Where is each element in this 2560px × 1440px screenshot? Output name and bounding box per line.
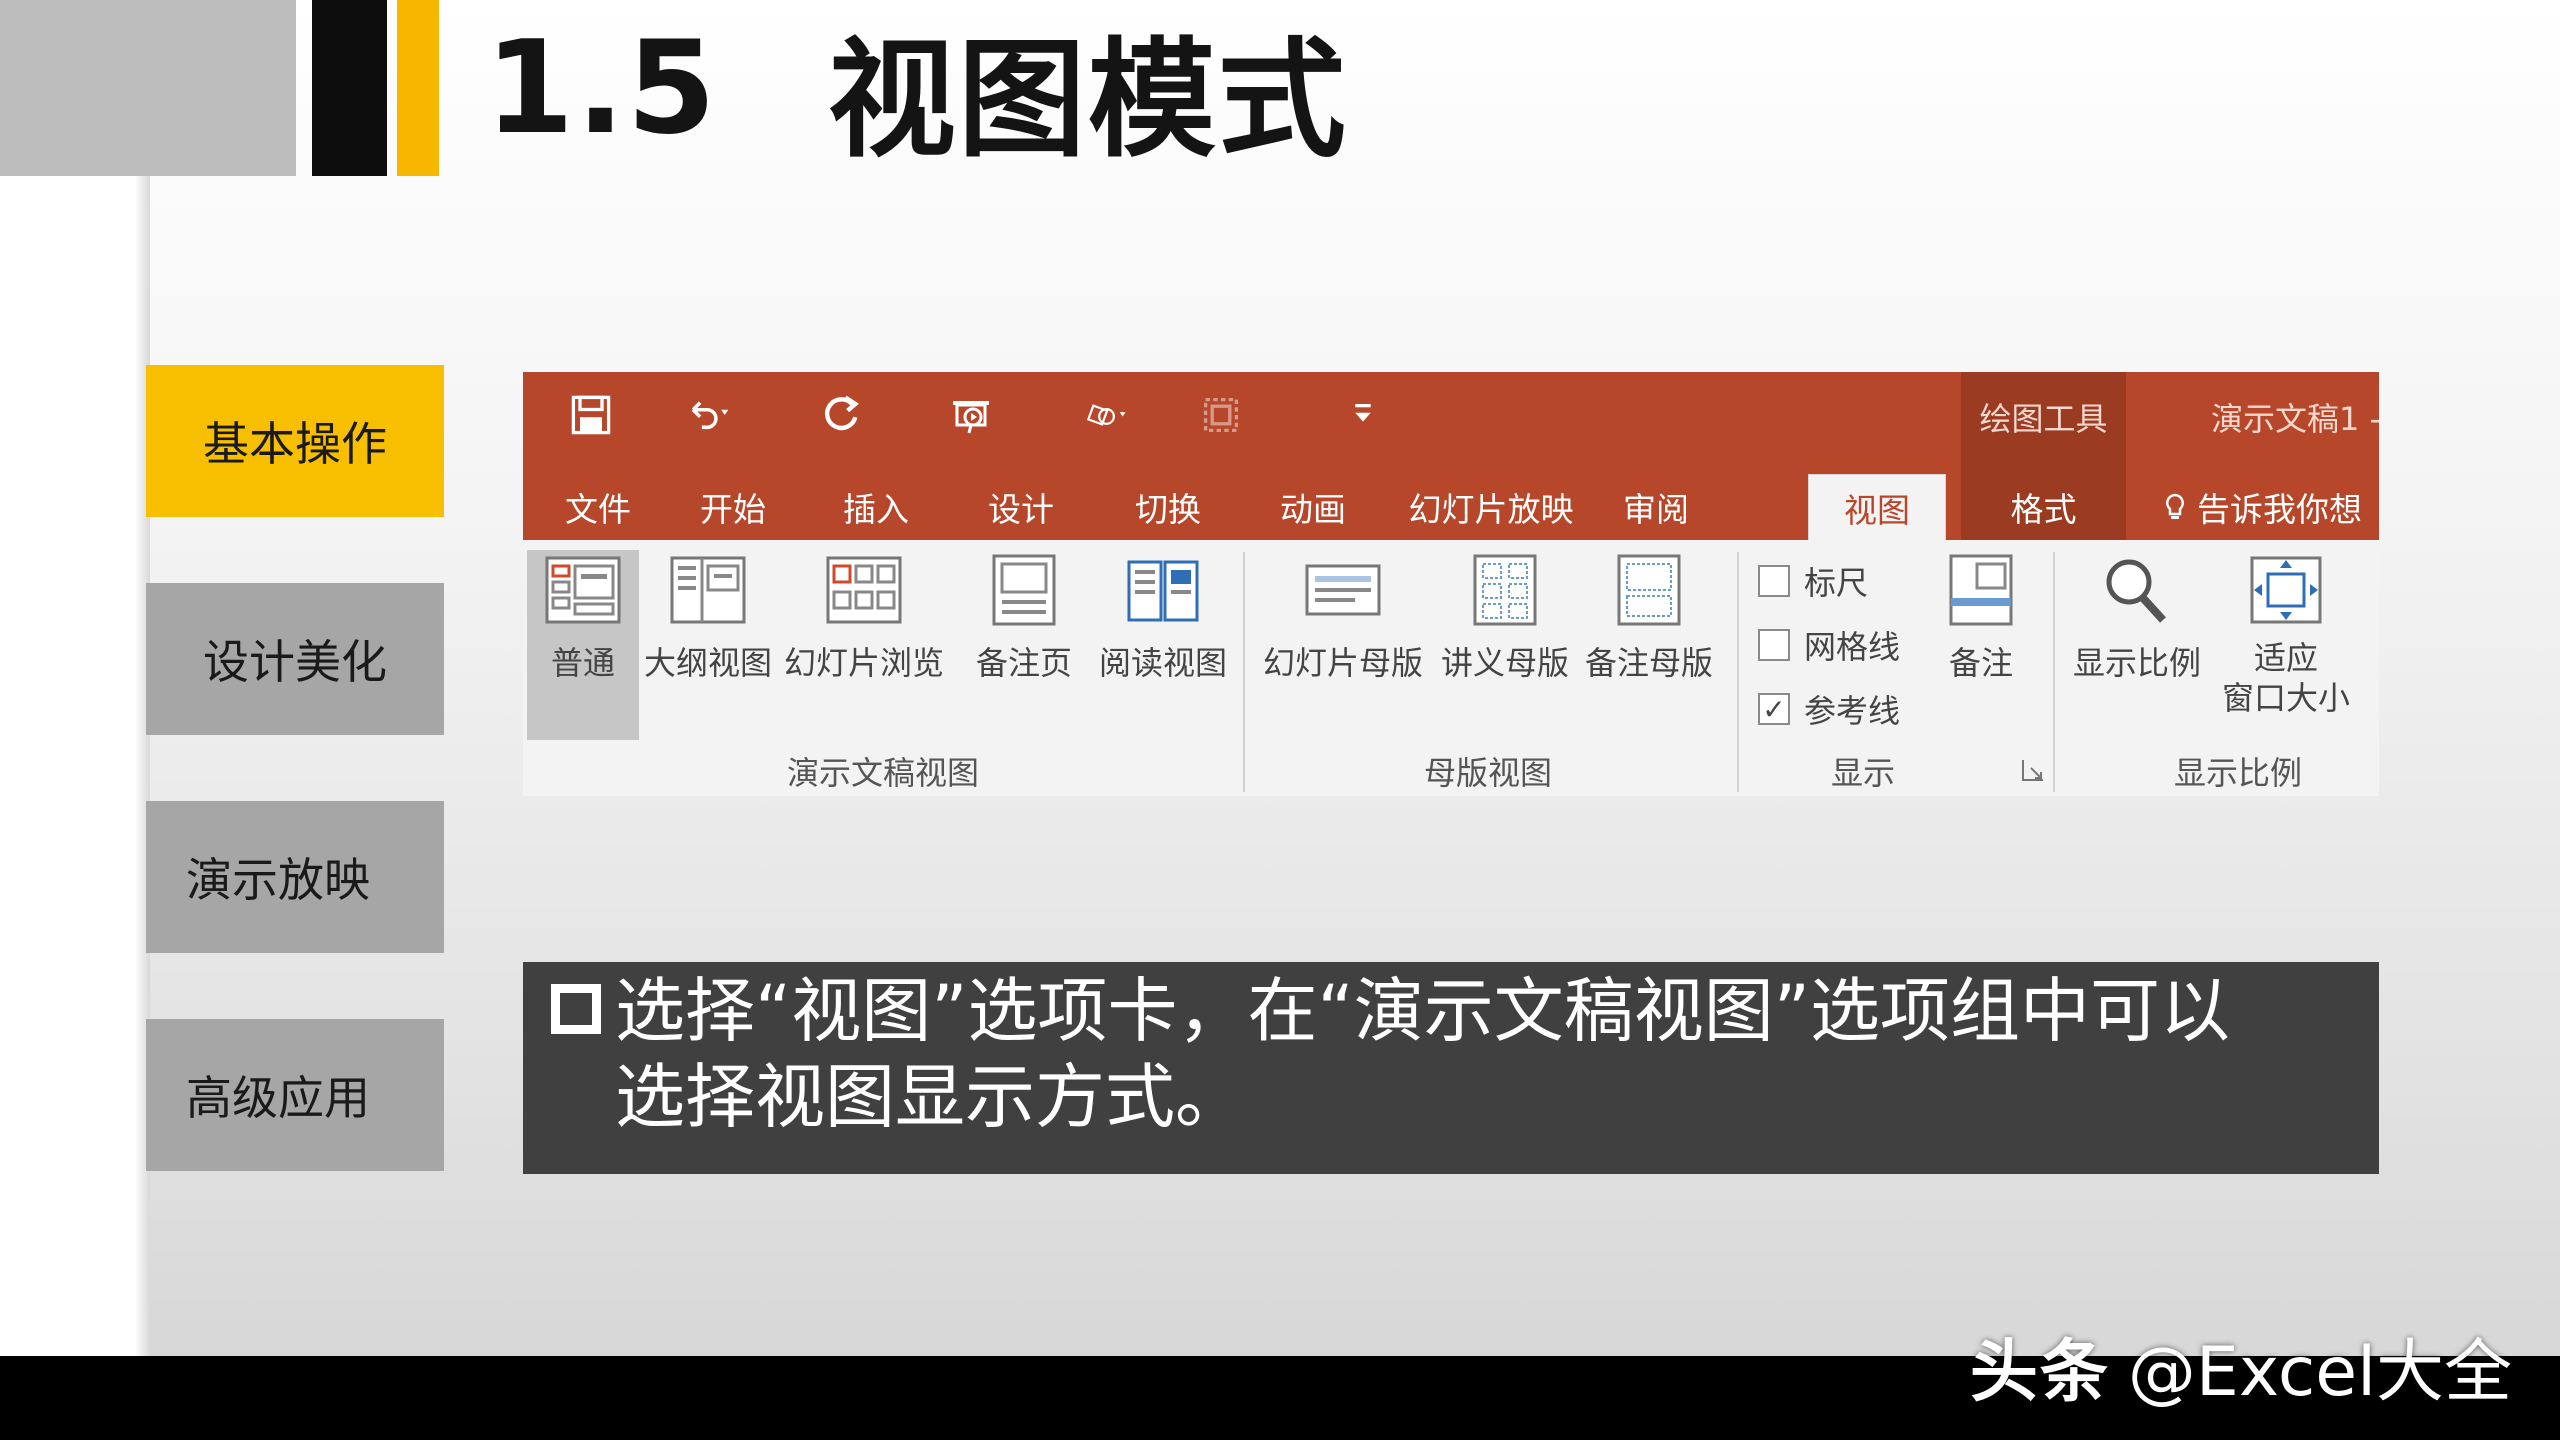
tell-me-search[interactable]: 告诉我你想 bbox=[2163, 474, 2362, 540]
tab-home[interactable]: 开始 bbox=[668, 474, 798, 540]
group-separator bbox=[2053, 552, 2055, 792]
watermark-handle: @Excel大全 bbox=[2127, 1333, 2512, 1412]
normal-view-icon bbox=[541, 550, 625, 630]
group-separator bbox=[1243, 552, 1245, 792]
group-label-master-views: 母版视图 bbox=[1423, 754, 1552, 792]
reading-view-icon bbox=[1121, 550, 1205, 630]
notes-master-button[interactable]: 备注母版 bbox=[1579, 550, 1719, 684]
tell-me-label: 告诉我你想 bbox=[2197, 490, 2362, 529]
redo-icon[interactable] bbox=[813, 390, 869, 440]
slide-sorter-icon bbox=[822, 550, 906, 630]
left-panel bbox=[0, 176, 150, 1356]
checkbox-unchecked-icon bbox=[1758, 565, 1790, 597]
gridlines-checkbox[interactable]: 网格线 bbox=[1758, 622, 1900, 668]
group-label-zoom: 显示比例 bbox=[2173, 754, 2302, 792]
zoom-button[interactable]: 显示比例 bbox=[2067, 550, 2207, 684]
instruction-line-1: 选择“视图”选项卡，在“演示文稿视图”选项组中可以 bbox=[615, 970, 2231, 1052]
slide-title: 1.5 视图模式 bbox=[485, 14, 1348, 175]
fit-to-window-label: 适应 窗口大小 bbox=[2222, 638, 2350, 718]
document-title: 演示文稿1 - bbox=[2211, 400, 2379, 438]
instruction-line-2: 选择视图显示方式。 bbox=[615, 1056, 1245, 1138]
nav-item-label: 设计美化 bbox=[203, 635, 387, 689]
nav-item-label: 演示放映 bbox=[186, 853, 370, 907]
nav-item-slideshow[interactable]: 演示放映 bbox=[146, 801, 444, 953]
instruction-text: 选择“视图”选项卡，在“演示文稿视图”选项组中可以 选择视图显示方式。 bbox=[615, 968, 2345, 1140]
ruler-checkbox[interactable]: 标尺 bbox=[1758, 558, 1868, 604]
watermark-brand: 头条 bbox=[1969, 1333, 2110, 1412]
group-label-show: 显示 bbox=[1830, 754, 1895, 792]
guides-checkbox[interactable]: ✓ 参考线 bbox=[1758, 686, 1900, 732]
handout-master-button[interactable]: 讲义母版 bbox=[1435, 550, 1575, 684]
normal-view-button[interactable]: 普通 bbox=[527, 550, 639, 740]
title-text: 视图模式 bbox=[827, 25, 1348, 175]
header-black-bar bbox=[312, 0, 387, 176]
customize-qat-icon[interactable] bbox=[1343, 390, 1383, 440]
instruction-box: 选择“视图”选项卡，在“演示文稿视图”选项组中可以 选择视图显示方式。 bbox=[523, 962, 2379, 1174]
guides-label: 参考线 bbox=[1804, 692, 1901, 730]
slide-master-label: 幻灯片母版 bbox=[1262, 644, 1423, 682]
tab-design[interactable]: 设计 bbox=[956, 474, 1086, 540]
watermark: 头条 @Excel大全 bbox=[1970, 1316, 2512, 1415]
nav-item-basic-ops[interactable]: 基本操作 bbox=[146, 365, 444, 517]
outline-view-button[interactable]: 大纲视图 bbox=[641, 550, 775, 684]
fit-to-window-button[interactable]: 适应 窗口大小 bbox=[2213, 550, 2359, 718]
outline-view-icon bbox=[666, 550, 750, 630]
nav-item-label: 基本操作 bbox=[203, 417, 387, 471]
tab-slideshow[interactable]: 幻灯片放映 bbox=[1391, 474, 1591, 540]
group-objects-icon[interactable] bbox=[1193, 390, 1249, 440]
notes-page-button[interactable]: 备注页 bbox=[967, 550, 1081, 684]
save-icon[interactable] bbox=[563, 390, 619, 440]
ruler-label: 标尺 bbox=[1804, 564, 1869, 602]
undo-icon[interactable] bbox=[673, 390, 743, 440]
normal-view-label: 普通 bbox=[550, 644, 615, 682]
dialog-launcher-icon[interactable] bbox=[2019, 756, 2047, 784]
tab-format[interactable]: 格式 bbox=[1961, 474, 2126, 540]
tab-view[interactable]: 视图 bbox=[1808, 474, 1946, 540]
handout-master-icon bbox=[1463, 550, 1547, 630]
magnifier-icon bbox=[2095, 550, 2179, 630]
reading-view-label: 阅读视图 bbox=[1098, 644, 1227, 682]
present-from-start-icon[interactable] bbox=[941, 390, 1001, 440]
header-yellow-bar bbox=[397, 0, 439, 176]
tab-animations[interactable]: 动画 bbox=[1248, 474, 1378, 540]
tab-review[interactable]: 审阅 bbox=[1591, 474, 1721, 540]
group-separator bbox=[1737, 552, 1739, 792]
fit-to-window-icon bbox=[2244, 550, 2328, 630]
shapes-icon[interactable] bbox=[1063, 390, 1153, 440]
notes-page-label: 备注页 bbox=[975, 644, 1072, 682]
zoom-label: 显示比例 bbox=[2072, 644, 2201, 682]
notes-pane-icon bbox=[1939, 550, 2023, 630]
nav-item-design[interactable]: 设计美化 bbox=[146, 583, 444, 735]
nav-item-label: 高级应用 bbox=[186, 1071, 370, 1125]
checkbox-checked-icon: ✓ bbox=[1758, 693, 1790, 726]
slide-master-icon bbox=[1301, 550, 1385, 630]
ribbon-screenshot: 绘图工具 演示文稿1 - 文件 开始 插入 设计 切换 动画 幻灯片放映 审阅 … bbox=[523, 372, 2379, 796]
slide-sorter-button[interactable]: 幻灯片浏览 bbox=[781, 550, 947, 684]
tab-insert[interactable]: 插入 bbox=[811, 474, 941, 540]
notes-label: 备注 bbox=[1948, 644, 2013, 682]
slide-sorter-label: 幻灯片浏览 bbox=[783, 644, 944, 682]
context-tab-group-title: 绘图工具 bbox=[1979, 400, 2108, 438]
notes-master-icon bbox=[1607, 550, 1691, 630]
lightbulb-icon bbox=[2166, 493, 2184, 519]
tab-file[interactable]: 文件 bbox=[523, 474, 673, 540]
group-label-presentation-views: 演示文稿视图 bbox=[786, 754, 979, 792]
slide-master-button[interactable]: 幻灯片母版 bbox=[1259, 550, 1427, 684]
tab-transitions[interactable]: 切换 bbox=[1103, 474, 1233, 540]
checkbox-unchecked-icon bbox=[1758, 629, 1790, 661]
bullet-square-icon bbox=[551, 984, 601, 1034]
handout-master-label: 讲义母版 bbox=[1440, 644, 1569, 682]
notes-button[interactable]: 备注 bbox=[1933, 550, 2029, 684]
notes-page-icon bbox=[982, 550, 1066, 630]
fit-label-line2: 窗口大小 bbox=[2221, 679, 2350, 717]
fit-label-line1: 适应 bbox=[2253, 639, 2318, 677]
notes-master-label: 备注母版 bbox=[1584, 644, 1713, 682]
gridlines-label: 网格线 bbox=[1804, 628, 1901, 666]
nav-item-advanced[interactable]: 高级应用 bbox=[146, 1019, 444, 1171]
outline-view-label: 大纲视图 bbox=[643, 644, 772, 682]
header-gray-block bbox=[0, 0, 296, 176]
section-number: 1.5 bbox=[485, 13, 718, 163]
reading-view-button[interactable]: 阅读视图 bbox=[1093, 550, 1233, 684]
